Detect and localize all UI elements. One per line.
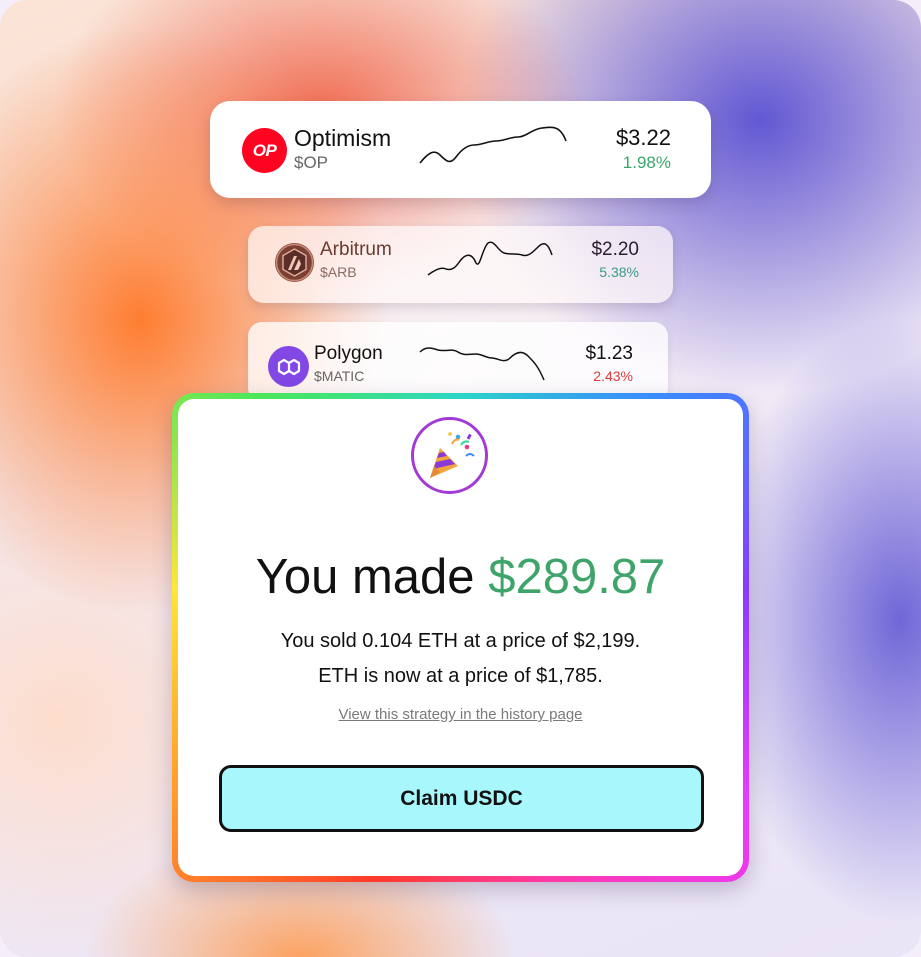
history-page-link[interactable]: View this strategy in the history page — [178, 706, 743, 723]
sparkline-chart — [419, 347, 545, 381]
token-name: Polygon — [314, 343, 383, 364]
polygon-logo-icon — [268, 346, 309, 387]
token-price: $1.23 — [585, 343, 633, 364]
token-price: $3.22 — [615, 125, 671, 150]
party-popper-icon — [411, 417, 488, 494]
headline-prefix: You made — [255, 550, 489, 604]
rainbow-modal-border: You made $289.87 You sold 0.104 ETH at a… — [172, 393, 749, 882]
token-price: $2.20 — [591, 239, 639, 260]
token-change: 5.38% — [599, 264, 639, 280]
sparkline-chart — [427, 241, 553, 276]
token-change: 1.98% — [622, 153, 671, 172]
sparkline-chart — [419, 126, 567, 164]
token-name: Optimism — [294, 125, 392, 151]
token-change: 2.43% — [593, 368, 633, 384]
token-card-optimism[interactable]: OP Optimism $OP $3.22 1.98% — [210, 101, 711, 198]
token-symbol: $MATIC — [314, 368, 365, 384]
optimism-logo-text: OP — [252, 140, 277, 160]
profit-amount: $289.87 — [488, 550, 666, 604]
claim-usdc-button[interactable]: Claim USDC — [219, 765, 704, 832]
token-symbol: $ARB — [320, 264, 357, 280]
profit-headline: You made $289.87 — [178, 549, 743, 605]
arbitrum-logo-icon — [275, 243, 314, 282]
token-symbol: $OP — [294, 153, 329, 172]
token-card-arbitrum[interactable]: Arbitrum $ARB $2.20 5.38% — [248, 226, 673, 303]
token-name: Arbitrum — [320, 239, 392, 260]
success-modal: You made $289.87 You sold 0.104 ETH at a… — [178, 399, 743, 876]
sale-description: You sold 0.104 ETH at a price of $2,199. — [280, 630, 641, 652]
current-price-description: ETH is now at a price of $1,785. — [318, 665, 603, 687]
optimism-logo-icon: OP — [242, 128, 287, 173]
token-card-polygon[interactable]: Polygon $MATIC $1.23 2.43% — [248, 322, 668, 402]
